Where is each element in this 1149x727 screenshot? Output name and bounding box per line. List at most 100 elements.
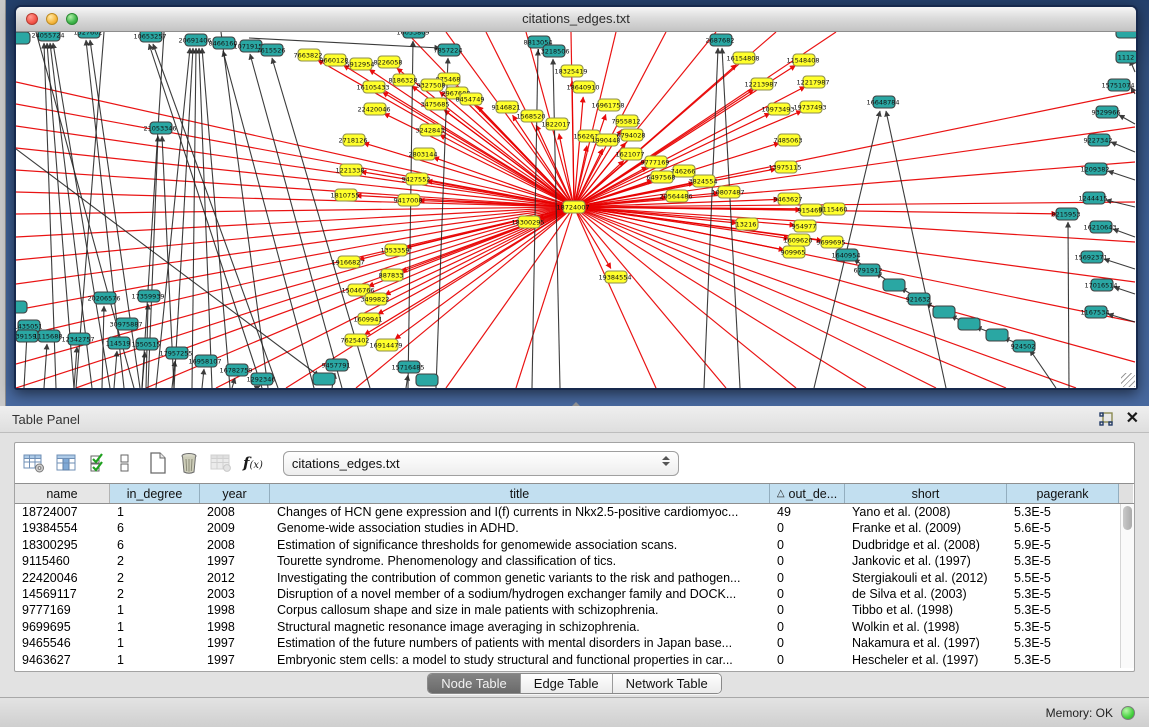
tab-node-table[interactable]: Node Table bbox=[428, 674, 520, 693]
table-cell[interactable]: 0 bbox=[770, 586, 845, 602]
table-cell[interactable]: 2 bbox=[110, 586, 200, 602]
graph-node[interactable]: 11548408 bbox=[786, 54, 819, 66]
graph-node[interactable]: 114519 bbox=[106, 337, 131, 349]
graph-node[interactable]: 1209382 bbox=[1081, 163, 1110, 175]
graph-node[interactable]: 16105433 bbox=[356, 81, 389, 93]
graph-node[interactable] bbox=[986, 329, 1008, 341]
graph-node[interactable]: 1167534 bbox=[1081, 306, 1110, 318]
graph-node[interactable]: 12217987 bbox=[796, 76, 829, 88]
graph-node[interactable]: 16961758 bbox=[591, 99, 624, 111]
graph-node[interactable]: 1112 bbox=[1116, 51, 1136, 63]
table-cell[interactable]: Tibbo et al. (1998) bbox=[845, 602, 1007, 618]
graph-node[interactable]: 16154808 bbox=[726, 52, 759, 64]
table-row[interactable]: 969969511998Structural magnetic resonanc… bbox=[15, 619, 1134, 635]
graph-node[interactable]: 3824554 bbox=[689, 175, 718, 187]
delete-column-button[interactable] bbox=[179, 452, 199, 474]
table-cell[interactable]: Jankovic et al. (1997) bbox=[845, 553, 1007, 569]
graph-node[interactable]: 7615526 bbox=[257, 44, 286, 56]
table-cell[interactable]: 0 bbox=[770, 553, 845, 569]
network-window-titlebar[interactable]: citations_edges.txt bbox=[16, 7, 1136, 32]
table-cell[interactable]: 1997 bbox=[200, 635, 270, 651]
graph-node[interactable] bbox=[958, 318, 980, 330]
table-cell[interactable]: 5.3E-5 bbox=[1007, 553, 1119, 569]
graph-node[interactable]: 20564486 bbox=[659, 190, 692, 202]
table-cell[interactable]: 1998 bbox=[200, 619, 270, 635]
table-cell[interactable]: 5.3E-5 bbox=[1007, 586, 1119, 602]
graph-node[interactable]: 17016514 bbox=[1084, 279, 1117, 291]
graph-node[interactable]: 16958107 bbox=[188, 355, 221, 367]
table-cell[interactable]: 9465546 bbox=[15, 635, 110, 651]
graph-node[interactable]: 1115688 bbox=[34, 330, 63, 342]
table-cell[interactable]: Genome-wide association studies in ADHD. bbox=[270, 520, 770, 536]
graph-node[interactable]: 887833 bbox=[379, 269, 404, 281]
table-row[interactable]: 1830029562008Estimation of significance … bbox=[15, 537, 1134, 553]
graph-node[interactable]: 1350515 bbox=[132, 338, 161, 350]
column-header-short[interactable]: short bbox=[845, 484, 1007, 503]
table-cell[interactable]: 5.3E-5 bbox=[1007, 602, 1119, 618]
graph-node[interactable]: 7955812 bbox=[612, 115, 641, 127]
table-row[interactable]: 911546021997Tourette syndrome. Phenomeno… bbox=[15, 553, 1134, 569]
graph-node[interactable]: 18300295 bbox=[511, 216, 544, 228]
graph-node[interactable]: 3242843 bbox=[416, 124, 445, 136]
graph-node[interactable]: 19384554 bbox=[598, 271, 631, 283]
graph-node[interactable]: 19737493 bbox=[793, 101, 826, 113]
float-panel-icon[interactable] bbox=[1098, 411, 1114, 427]
graph-node[interactable] bbox=[416, 374, 438, 386]
graph-node[interactable]: 3499822 bbox=[361, 293, 390, 305]
vertical-scrollbar[interactable] bbox=[1120, 504, 1134, 668]
graph-node[interactable]: 30975887 bbox=[109, 318, 142, 330]
graph-node[interactable]: 16210643 bbox=[1083, 221, 1116, 233]
column-header-pagerank[interactable]: pagerank bbox=[1007, 484, 1119, 503]
table-cell[interactable]: 1997 bbox=[200, 553, 270, 569]
graph-node[interactable] bbox=[16, 32, 30, 44]
graph-node[interactable]: 1609620 bbox=[784, 234, 813, 246]
column-header-year[interactable]: year bbox=[200, 484, 270, 503]
graph-node[interactable]: 13975115 bbox=[768, 161, 801, 173]
table-cell[interactable]: 0 bbox=[770, 520, 845, 536]
table-cell[interactable]: 0 bbox=[770, 537, 845, 553]
graph-node[interactable]: 5912954 bbox=[346, 58, 375, 70]
graph-node[interactable]: 3475685 bbox=[421, 98, 450, 110]
graph-node[interactable]: 18640910 bbox=[566, 81, 599, 93]
graph-node[interactable]: 909965 bbox=[781, 246, 806, 258]
graph-node[interactable]: 924502 bbox=[1011, 340, 1036, 352]
graph-node[interactable]: 7857224 bbox=[434, 44, 463, 56]
graph-node[interactable]: 6791912 bbox=[854, 264, 883, 276]
table-cell[interactable]: Nakamura et al. (1997) bbox=[845, 635, 1007, 651]
graph-node[interactable]: 6794028 bbox=[617, 129, 646, 141]
table-cell[interactable]: 5.3E-5 bbox=[1007, 635, 1119, 651]
table-cell[interactable]: Estimation of significance thresholds fo… bbox=[270, 537, 770, 553]
graph-node[interactable]: 15692371 bbox=[1074, 251, 1107, 263]
table-cell[interactable]: 2009 bbox=[200, 520, 270, 536]
graph-node[interactable]: 9463627 bbox=[774, 193, 803, 205]
network-view-window[interactable]: citations_edges.txt 76638229660128591295… bbox=[14, 5, 1138, 390]
deselect-all-button[interactable] bbox=[119, 453, 131, 473]
column-header-title[interactable]: title bbox=[270, 484, 770, 503]
table-cell[interactable]: 9777169 bbox=[15, 602, 110, 618]
table-cell[interactable]: 2008 bbox=[200, 537, 270, 553]
graph-node[interactable]: 24055724 bbox=[31, 32, 64, 41]
graph-node[interactable]: 9227342 bbox=[1084, 134, 1113, 146]
table-cell[interactable]: 6 bbox=[110, 520, 200, 536]
column-header-out_de[interactable]: △out_de... bbox=[770, 484, 845, 503]
graph-node[interactable]: 9115460 bbox=[819, 203, 848, 215]
tab-edge-table[interactable]: Edge Table bbox=[520, 674, 612, 693]
graph-node[interactable]: 9329966 bbox=[1092, 106, 1121, 118]
table-cell[interactable]: Stergiakouli et al. (2012) bbox=[845, 570, 1007, 586]
graph-node[interactable]: 17359939 bbox=[131, 290, 164, 302]
table-cell[interactable]: Disruption of a novel member of a sodium… bbox=[270, 586, 770, 602]
show-columns-button[interactable] bbox=[56, 453, 78, 473]
graph-node[interactable]: 1292346 bbox=[247, 373, 276, 385]
table-cell[interactable]: 1997 bbox=[200, 652, 270, 668]
table-cell[interactable]: 1 bbox=[110, 619, 200, 635]
graph-node[interactable]: 22420046 bbox=[357, 103, 390, 115]
table-cell[interactable]: 18300295 bbox=[15, 537, 110, 553]
graph-node[interactable] bbox=[883, 279, 905, 291]
table-cell[interactable]: 1 bbox=[110, 652, 200, 668]
graph-node[interactable]: 12213987 bbox=[744, 78, 777, 90]
table-row[interactable]: 946554611997Estimation of the future num… bbox=[15, 635, 1134, 651]
table-row[interactable]: 2242004622012Investigating the contribut… bbox=[15, 570, 1134, 586]
graph-node[interactable]: 9417008 bbox=[394, 194, 423, 206]
graph-node[interactable]: 9777169 bbox=[641, 156, 670, 168]
table-cell[interactable]: 0 bbox=[770, 619, 845, 635]
